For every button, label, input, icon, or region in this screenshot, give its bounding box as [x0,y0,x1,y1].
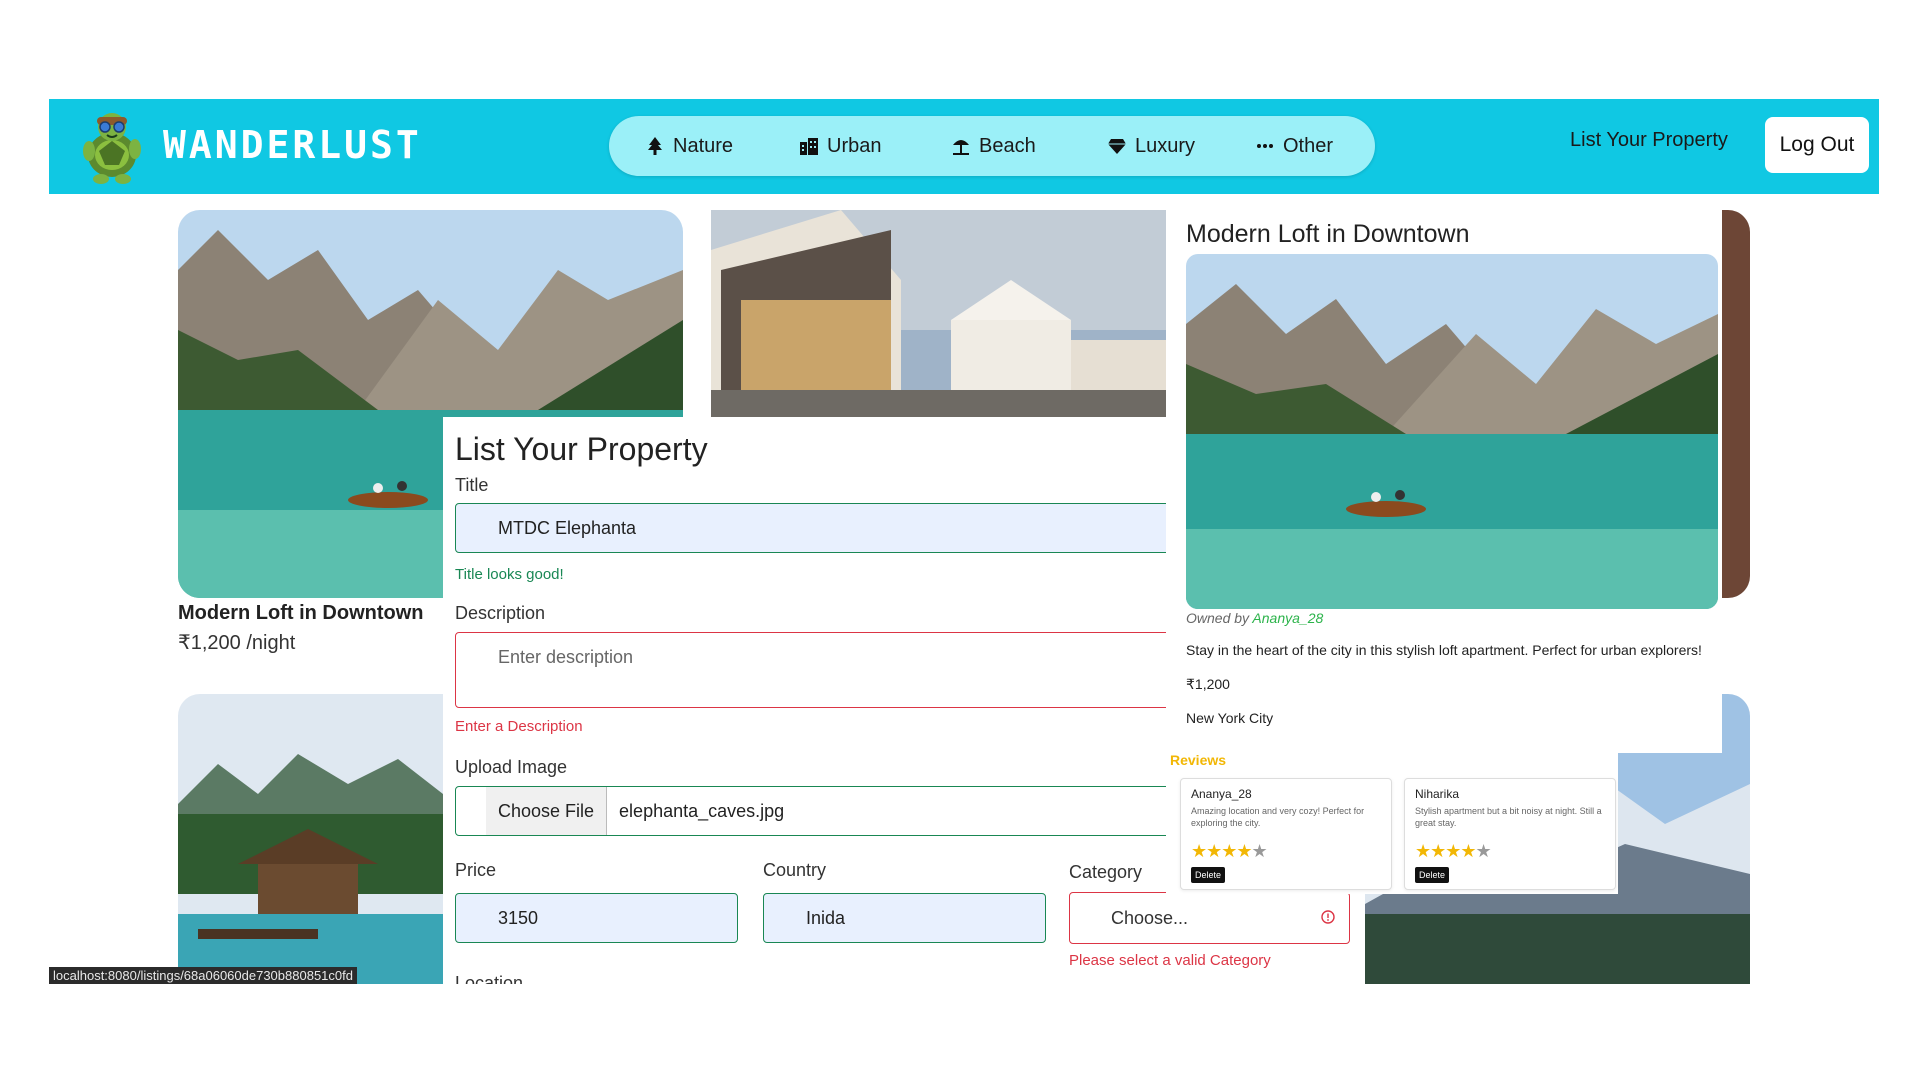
turtle-logo-icon[interactable] [77,111,147,185]
category-label: Luxury [1135,134,1196,157]
description-invalid-feedback: Enter a Description [455,718,583,735]
description-textarea[interactable]: Enter description [455,632,1166,708]
category-invalid-feedback: Please select a valid Category [1069,952,1271,969]
listing-detail-image [1186,254,1718,609]
title-label: Title [455,475,489,495]
image-file-input[interactable]: Choose File elephanta_caves.jpg [455,786,1166,836]
listing-card-image[interactable] [711,210,1166,417]
review-author: Niharika [1415,787,1460,801]
listing-description: Stay in the heart of the city in this st… [1186,642,1702,658]
price-label: Price [455,860,497,880]
owner-username[interactable]: Ananya_28 [1252,610,1323,626]
category-label: Nature [673,134,734,157]
location-label: Location [455,973,524,984]
category-filter-bar: Nature Urban Beach Luxury Other [609,116,1375,176]
title-valid-feedback: Title looks good! [455,566,564,583]
listing-detail-location: New York City [1186,710,1274,726]
brand-name[interactable]: WANDERLUST [163,123,422,167]
warning-icon [1321,910,1335,924]
listing-card-image[interactable] [1722,210,1750,598]
listing-title[interactable]: Modern Loft in Downtown [178,602,424,625]
category-label: Beach [979,134,1036,157]
reviews-heading: Reviews [1170,752,1227,768]
listing-detail-title: Modern Loft in Downtown [1186,220,1470,248]
review-text: Amazing location and very cozy! Perfect … [1191,806,1365,828]
review-author: Ananya_28 [1191,787,1252,801]
navbar: WANDERLUST Nature Urban Beach Luxury Oth… [49,99,1879,194]
review-card: Niharika Stylish apartment but a bit noi… [1404,778,1616,890]
umbrella-beach-icon [953,140,969,155]
category-nature[interactable]: Nature [645,116,733,176]
ellipsis-icon [1257,144,1273,148]
new-listing-form: List Your Property Title MTDC Elephanta … [443,417,1166,984]
delete-review-button[interactable]: Delete [1191,867,1226,883]
tree-icon [648,137,662,155]
country-label: Country [763,860,827,880]
category-select-value: Choose... [1111,907,1189,928]
city-icon [800,138,818,155]
form-heading: List Your Property [455,431,708,467]
price-input[interactable]: 3150 [455,893,738,943]
reviews-section: Reviews Ananya_28 Amazing location and v… [1166,744,1618,894]
delete-review-button[interactable]: Delete [1415,867,1450,883]
upload-image-label: Upload Image [455,757,568,777]
category-label: Other [1283,134,1334,157]
description-label: Description [455,603,546,623]
title-input[interactable]: MTDC Elephanta [455,503,1166,553]
country-input[interactable]: Inida [763,893,1046,943]
listing-price: ₹1,200 /night [178,632,296,654]
listing-owner: Owned by Ananya_28 [1186,610,1323,626]
category-label: Urban [827,134,882,157]
choose-file-button[interactable]: Choose File [486,787,608,835]
review-text: Stylish apartment but a bit noisy at nig… [1415,806,1602,828]
owned-by-label: Owned by [1186,610,1250,626]
listing-detail-panel: Modern Loft in Downtown Owned by Ananya_… [1166,210,1722,753]
category-label: Category [1069,862,1143,882]
list-property-link[interactable]: List Your Property [1570,129,1728,152]
status-bar-url: localhost:8080/listings/68a06060de730b88… [49,967,357,984]
selected-file-name: elephanta_caves.jpg [619,800,785,821]
category-other[interactable]: Other [1255,116,1333,176]
listing-card-image[interactable] [178,694,443,984]
star-rating-icon: ★★★★★ [1191,841,1268,861]
category-select[interactable]: Choose... [1069,892,1350,944]
review-card: Ananya_28 Amazing location and very cozy… [1180,778,1392,890]
category-urban[interactable]: Urban [799,116,881,176]
category-beach[interactable]: Beach [951,116,1036,176]
listing-detail-price: ₹1,200 [1186,676,1230,692]
star-rating-icon: ★★★★★ [1415,841,1492,861]
logout-button[interactable]: Log Out [1765,117,1869,173]
category-luxury[interactable]: Luxury [1107,116,1195,176]
gem-icon [1108,139,1126,154]
